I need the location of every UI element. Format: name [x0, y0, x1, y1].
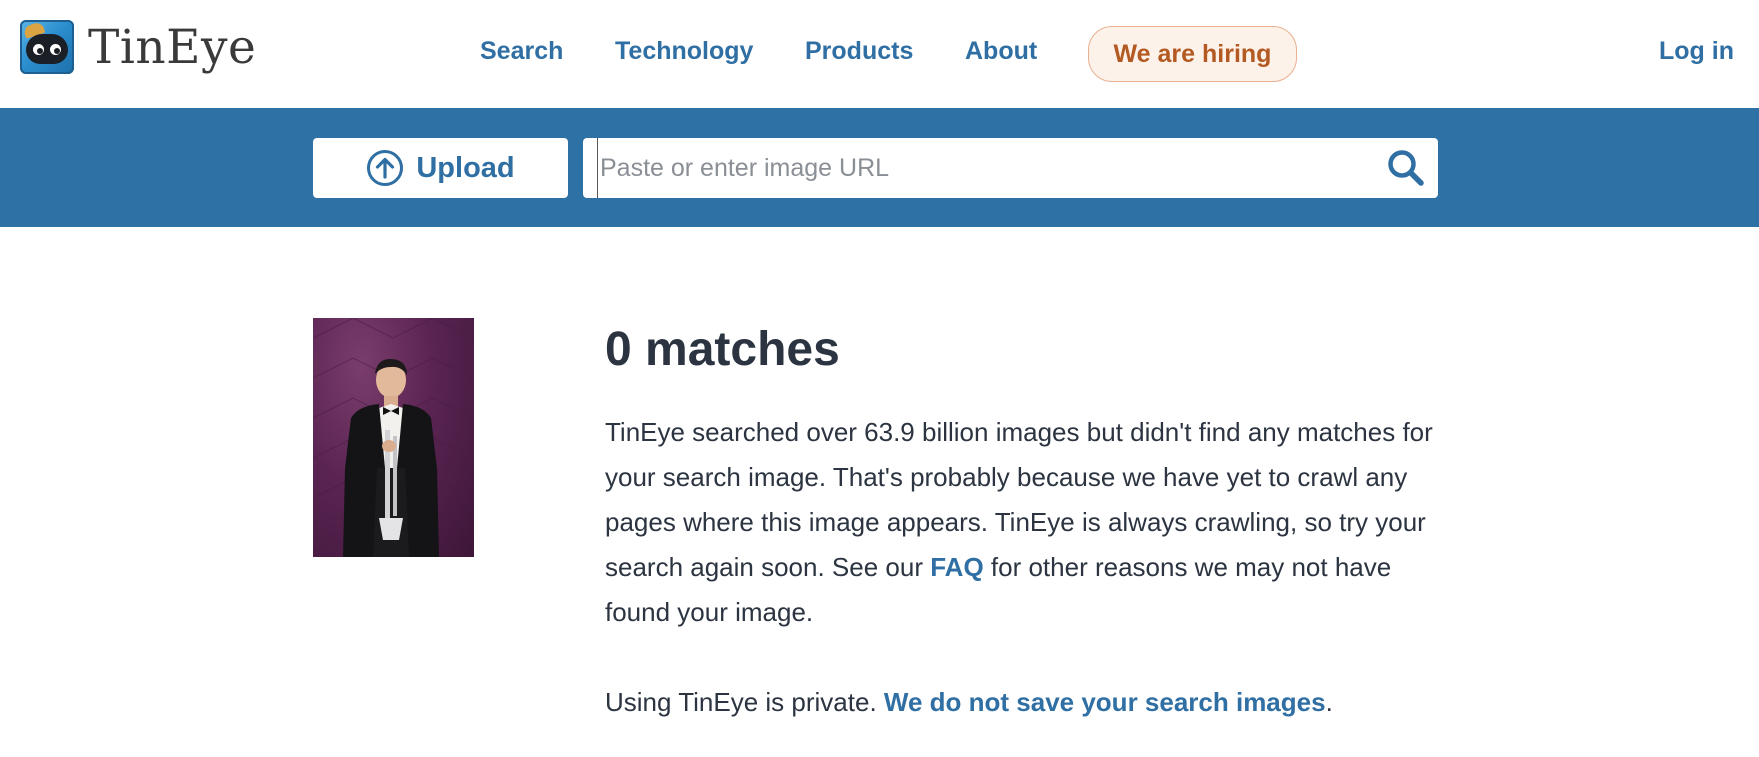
search-band: Upload [0, 108, 1759, 227]
upload-arrow-circle-icon [366, 149, 404, 187]
result-panel: 0 matches TinEye searched over 63.9 bill… [605, 320, 1435, 725]
login-link[interactable]: Log in [1659, 37, 1734, 66]
upload-button[interactable]: Upload [313, 138, 568, 198]
main-nav: Search Technology Products About We are … [0, 0, 1759, 108]
privacy-note: Using TinEye is private. We do not save … [605, 680, 1435, 725]
faq-link[interactable]: FAQ [930, 552, 983, 582]
magnifier-icon [1386, 150, 1426, 191]
privacy-link[interactable]: We do not save your search images [884, 687, 1326, 717]
nav-link-technology[interactable]: Technology [615, 37, 753, 66]
image-url-input[interactable] [597, 138, 1367, 198]
we-are-hiring-button[interactable]: We are hiring [1088, 26, 1297, 82]
search-submit-button[interactable] [1386, 148, 1426, 188]
url-search-box [583, 138, 1438, 198]
top-navigation-bar: TinEye Search Technology Products About … [0, 0, 1759, 108]
nav-link-search[interactable]: Search [480, 37, 563, 66]
nav-link-products[interactable]: Products [805, 37, 913, 66]
match-count-heading: 0 matches [605, 323, 840, 376]
upload-button-label: Upload [416, 151, 515, 184]
privacy-text: Using TinEye is private. [605, 687, 884, 717]
no-match-explanation: TinEye searched over 63.9 billion images… [605, 410, 1435, 635]
nav-link-about[interactable]: About [965, 37, 1037, 66]
search-image-thumbnail [313, 318, 474, 557]
privacy-end: . [1325, 687, 1333, 717]
